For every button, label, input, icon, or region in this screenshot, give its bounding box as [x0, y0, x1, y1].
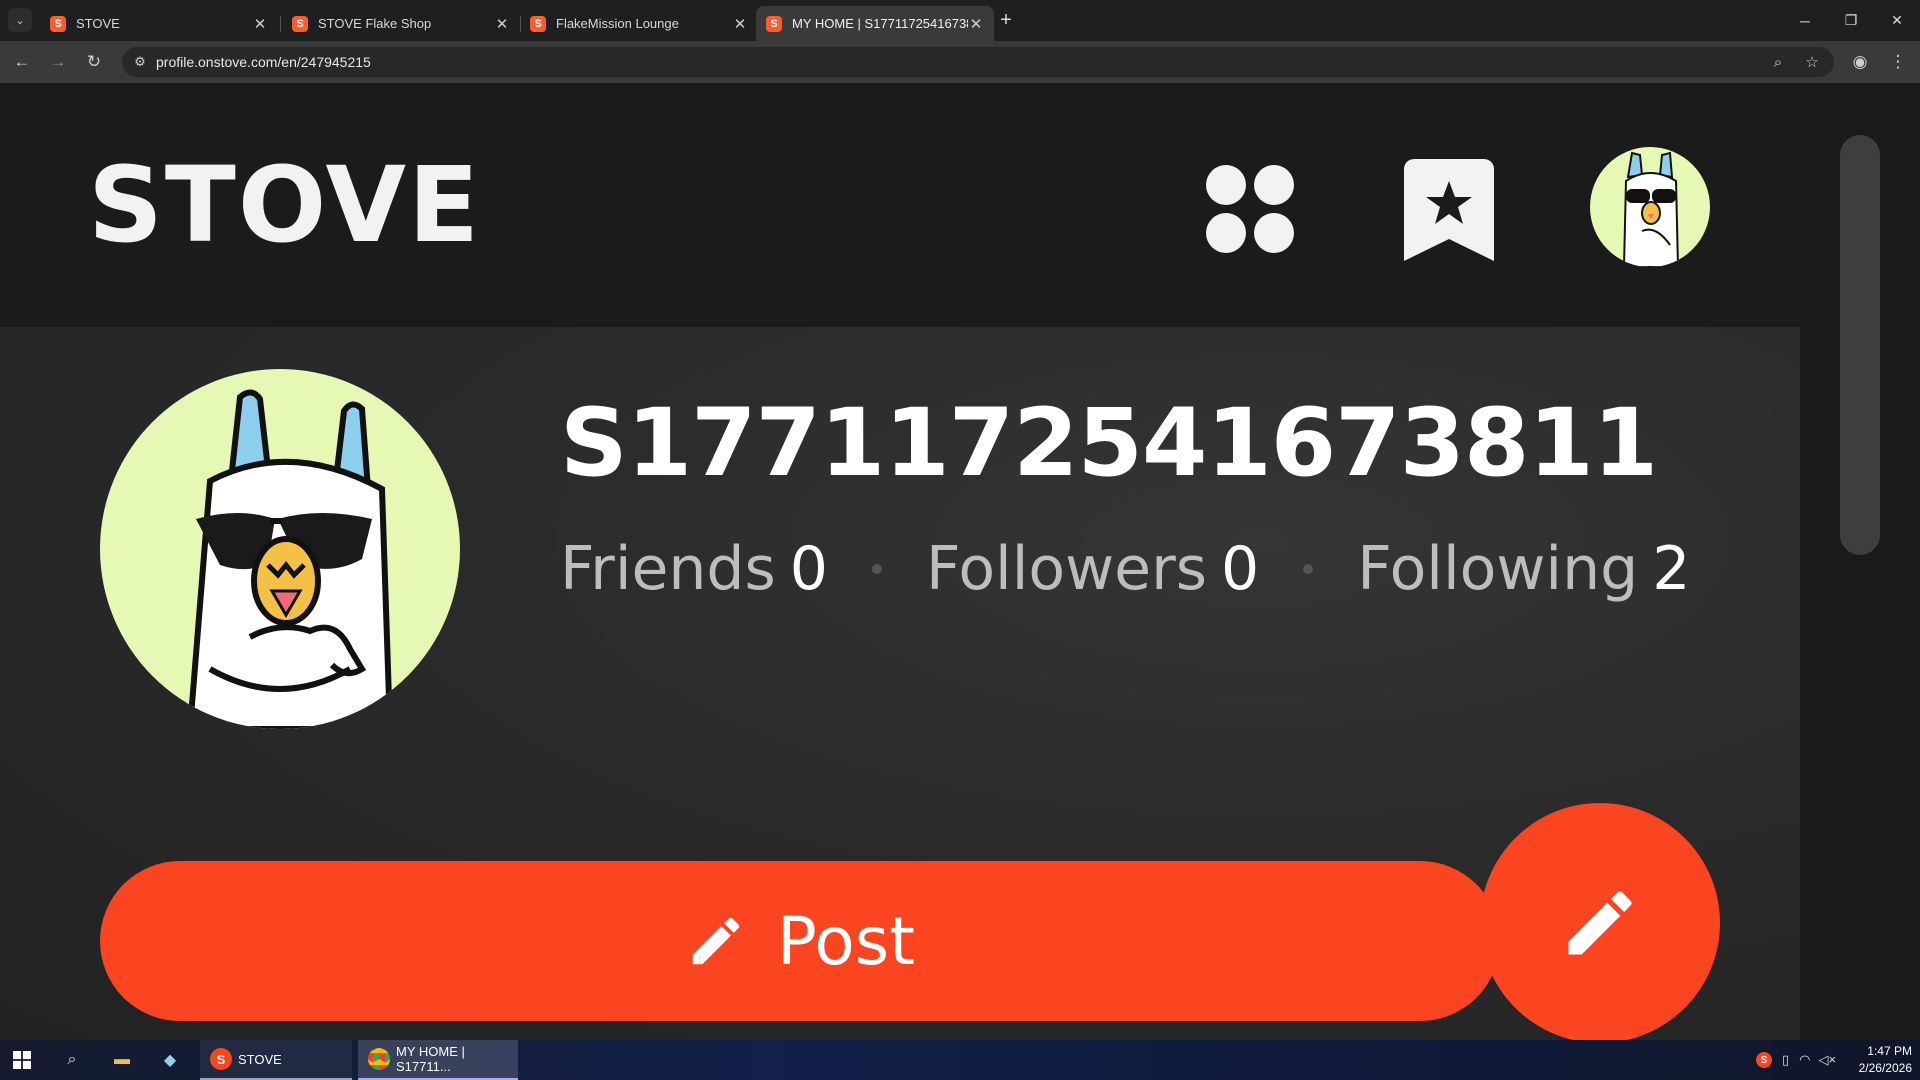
chrome-icon — [368, 1048, 390, 1070]
tab-title: FlakeMission Lounge — [556, 16, 679, 31]
close-tab-icon[interactable]: ✕ — [968, 15, 984, 33]
post-button-label: Post — [776, 902, 916, 980]
tab-title: STOVE Flake Shop — [318, 16, 432, 31]
zoom-icon[interactable]: ⌕ — [1768, 52, 1788, 72]
browser-tab-bar: ⌄ S STOVE ✕ S STOVE Flake Shop ✕ S Flake… — [0, 0, 1920, 41]
taskbar-app-label: STOVE — [238, 1051, 282, 1067]
stove-favicon-icon: S — [50, 15, 66, 32]
usb-icon[interactable]: ▯ — [1782, 1052, 1789, 1068]
wifi-icon[interactable]: ◠ — [1799, 1052, 1810, 1068]
header-avatar[interactable] — [1590, 147, 1710, 267]
windows-start-icon[interactable] — [8, 1046, 36, 1074]
taskbar-app-stove[interactable]: S STOVE — [200, 1040, 352, 1080]
clock-time: 1:47 PM — [1867, 1044, 1912, 1058]
browser-tab[interactable]: S STOVE Flake Shop ✕ — [282, 6, 520, 41]
clock-date: 2/26/2026 — [1858, 1061, 1912, 1075]
scrollbar-thumb[interactable] — [1840, 135, 1880, 555]
llama-avatar-icon — [186, 389, 430, 729]
profile-username: S1771172541673811 — [560, 389, 1658, 498]
pencil-icon — [1568, 891, 1632, 955]
llama-avatar-icon — [1622, 151, 1680, 267]
stove-favicon-icon: S — [766, 15, 782, 32]
post-button[interactable]: Post — [100, 861, 1500, 1021]
file-explorer-icon[interactable]: ▬ — [108, 1046, 136, 1074]
pencil-icon — [692, 917, 740, 965]
tab-title: STOVE — [76, 16, 120, 31]
volume-muted-icon[interactable]: ◁× — [1819, 1052, 1837, 1068]
url-text: profile.onstove.com/en/247945215 — [156, 54, 371, 70]
browser-tab[interactable]: S FlakeMission Lounge ✕ — [520, 6, 758, 41]
back-button[interactable]: ← — [8, 48, 36, 76]
page-viewport: STOVE S1771172541673811 Friends 0 Follow… — [0, 83, 1920, 1040]
tab-title: MY HOME | S1771172541673811 — [792, 16, 968, 31]
stove-logo[interactable]: STOVE — [88, 153, 481, 257]
search-icon[interactable]: ⌕ — [58, 1046, 86, 1074]
browser-toolbar: ← → ↻ ⚙ profile.onstove.com/en/247945215… — [0, 41, 1920, 83]
site-header: STOVE — [0, 83, 1800, 327]
browser-tab-active[interactable]: S MY HOME | S1771172541673811 ✕ — [756, 6, 994, 41]
taskbar-clock[interactable]: 1:47 PM 2/26/2026 — [1840, 1043, 1912, 1077]
profile-avatar[interactable] — [100, 369, 460, 729]
site-info-icon[interactable]: ⚙ — [132, 54, 148, 70]
profile-hero: S1771172541673811 Friends 0 Followers 0 … — [0, 327, 1800, 1040]
forward-button[interactable]: → — [44, 48, 72, 76]
followers-count[interactable]: 0 — [1221, 539, 1259, 599]
profile-page: STOVE S1771172541673811 Friends 0 Follow… — [0, 83, 1800, 1040]
address-bar[interactable]: ⚙ profile.onstove.com/en/247945215 ⌕ ☆ — [122, 47, 1834, 77]
taskbar-app-chrome[interactable]: MY HOME | S17711... — [358, 1040, 518, 1080]
close-tab-icon[interactable]: ✕ — [252, 15, 268, 33]
stove-favicon-icon: S — [530, 15, 546, 32]
bookmark-star-icon[interactable]: ☆ — [1802, 52, 1822, 72]
profile-icon[interactable]: ◉ — [1846, 48, 1874, 76]
write-fab-button[interactable] — [1480, 803, 1720, 1040]
restore-button[interactable]: ❐ — [1828, 0, 1874, 41]
friends-count[interactable]: 0 — [790, 539, 828, 599]
friends-label[interactable]: Friends — [560, 539, 776, 599]
followers-label[interactable]: Followers — [926, 539, 1207, 599]
browser-tab[interactable]: S STOVE ✕ — [40, 6, 278, 41]
reload-button[interactable]: ↻ — [80, 48, 108, 76]
stove-tray-icon[interactable]: S — [1756, 1052, 1772, 1068]
following-label[interactable]: Following — [1357, 539, 1638, 599]
tab-search-button[interactable]: ⌄ — [8, 8, 32, 32]
minimize-button[interactable]: ─ — [1782, 0, 1828, 41]
bookmark-star-icon[interactable] — [1404, 159, 1494, 261]
taskbar-app-label: MY HOME | S17711... — [396, 1044, 465, 1074]
profile-stats: Friends 0 Followers 0 Following 2 — [560, 539, 1690, 599]
following-count[interactable]: 2 — [1652, 539, 1690, 599]
close-tab-icon[interactable]: ✕ — [732, 15, 748, 33]
system-tray: S ▯ ◠ ◁× — [1756, 1040, 1836, 1080]
stove-icon: S — [210, 1048, 232, 1070]
app-icon[interactable]: ◆ — [156, 1046, 184, 1074]
close-tab-icon[interactable]: ✕ — [494, 15, 510, 33]
close-window-button[interactable]: ✕ — [1874, 0, 1920, 41]
new-tab-button[interactable]: + — [994, 8, 1018, 32]
windows-taskbar: ⌕ ▬ ◆ S STOVE MY HOME | S17711... S ▯ ◠ … — [0, 1040, 1920, 1080]
separator-dot — [871, 564, 882, 574]
apps-grid-icon[interactable] — [1206, 165, 1294, 253]
separator-dot — [1303, 564, 1314, 574]
stove-favicon-icon: S — [292, 15, 308, 32]
menu-icon[interactable]: ⋮ — [1884, 48, 1912, 76]
